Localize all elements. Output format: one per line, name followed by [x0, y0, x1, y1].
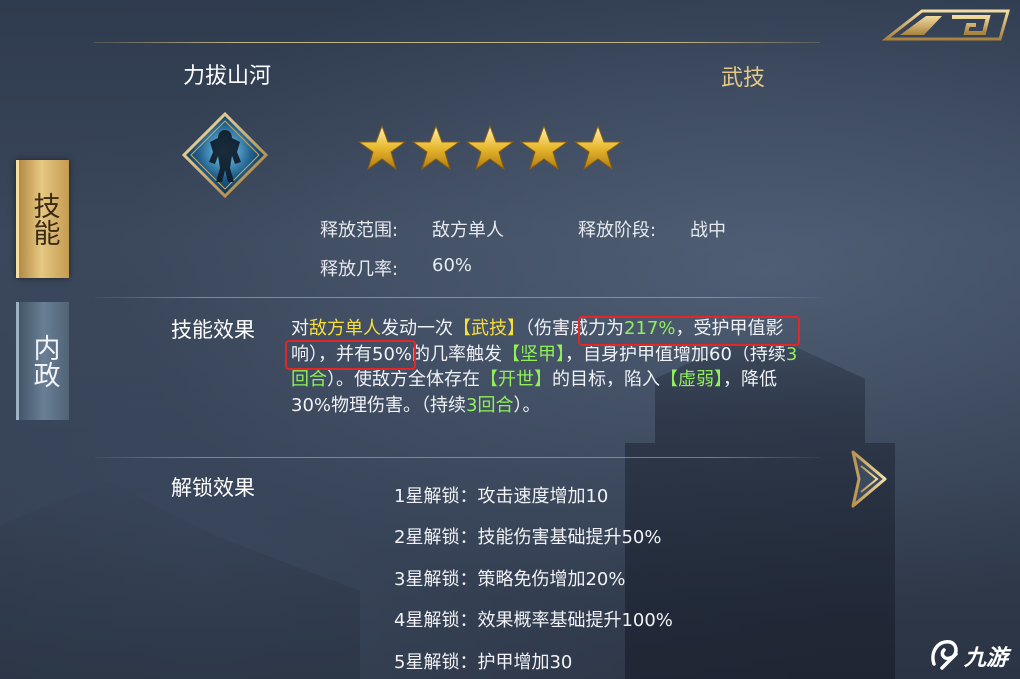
jiuyou-logo-icon: 九游 — [931, 640, 1012, 671]
effect-segment: 对 — [291, 318, 309, 339]
effect-section-title: 技能效果 — [171, 318, 255, 342]
tab-internal-affairs[interactable]: 内政 — [16, 302, 69, 420]
watermark-text: 九游 — [963, 646, 1012, 671]
star-icon — [358, 125, 406, 171]
release-rate-label: 释放几率: — [320, 259, 399, 280]
release-range-value: 敌方单人 — [432, 220, 504, 241]
effect-divider — [94, 457, 820, 458]
effect-segment: 【武技】 — [453, 318, 525, 339]
effect-segment: ）。使敌方全体存在 — [327, 369, 480, 390]
tab-skill-char-1: 技能 — [28, 192, 60, 246]
unlock-item-5: 5星解锁：护甲增加30 — [394, 652, 573, 673]
effect-segment: 敌方单人 — [309, 318, 381, 339]
effect-segment: 发动一次 — [381, 318, 453, 339]
effect-segment: 【坚甲】 — [502, 343, 566, 365]
top-divider — [94, 42, 820, 43]
annotation-box-damage — [578, 316, 800, 346]
effect-segment: ）。 — [513, 394, 541, 416]
release-range-label: 释放范围: — [320, 220, 399, 241]
unlock-item-2: 2星解锁：技能伤害基础提升50% — [394, 527, 662, 548]
effect-segment: 【虚弱】 — [660, 369, 723, 390]
watermark-logo: 九游 — [928, 634, 1018, 674]
back-ornament-icon[interactable] — [882, 8, 1014, 42]
release-rate-value: 60% — [432, 255, 473, 276]
effect-segment: 【开世】 — [480, 369, 552, 390]
attr-divider — [94, 297, 820, 298]
star-icon — [466, 125, 514, 171]
star-rating — [358, 125, 622, 171]
unlock-item-4: 4星解锁：效果概率基础提升100% — [394, 610, 673, 631]
release-phase-label: 释放阶段: — [578, 220, 657, 241]
effect-segment: ，自身护甲值增加60（持续 — [565, 343, 786, 365]
tab-internal-affairs-label: 内政 — [28, 334, 60, 388]
unlock-section-title: 解锁效果 — [171, 476, 255, 500]
star-icon — [412, 125, 460, 171]
effect-segment: 3回合 — [466, 394, 514, 416]
annotation-box-armor — [285, 340, 416, 370]
effect-segment: 的目标，陷入 — [552, 369, 660, 390]
unlock-item-3: 3星解锁：策略免伤增加20% — [394, 569, 626, 590]
release-phase-value: 战中 — [690, 220, 726, 241]
star-icon — [520, 125, 568, 171]
skill-warrior-icon — [182, 112, 268, 198]
star-icon — [574, 125, 622, 171]
skill-name: 力拔山河 — [183, 64, 272, 89]
tab-skill[interactable]: 技能 — [16, 160, 69, 278]
unlock-item-1: 1星解锁：攻击速度增加10 — [394, 486, 609, 507]
skill-type: 武技 — [721, 66, 766, 91]
next-arrow-icon[interactable] — [849, 450, 887, 508]
